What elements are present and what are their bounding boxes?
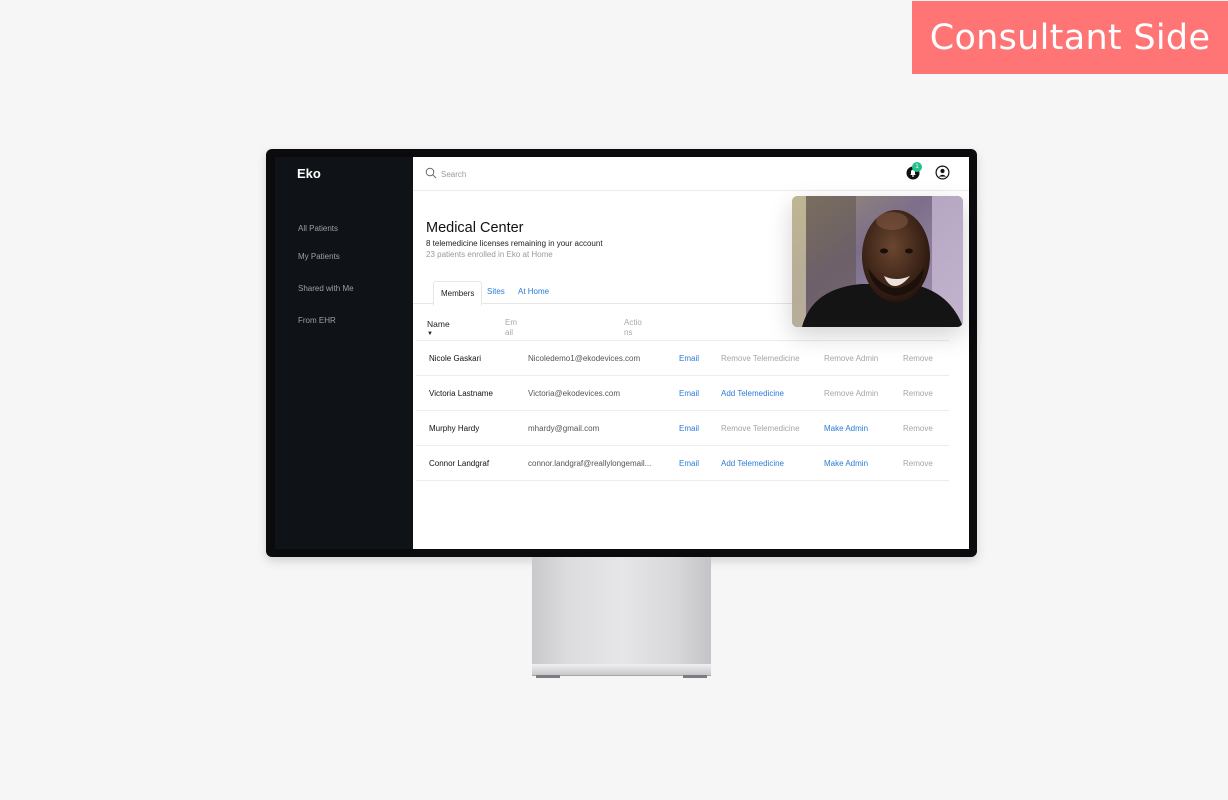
telemedicine-toggle-button[interactable]: Remove Telemedicine [721,354,800,363]
admin-toggle-button[interactable]: Remove Admin [824,354,878,363]
video-call-feed[interactable] [792,196,963,327]
email-button[interactable]: Email [679,424,699,433]
top-bar: 1 [413,157,969,191]
admin-toggle-button[interactable]: Make Admin [824,459,868,468]
telemedicine-toggle-button[interactable]: Remove Telemedicine [721,424,800,433]
sidebar-item-from-ehr[interactable]: From EHR [298,316,336,325]
stand-foot [536,675,560,678]
member-name: Connor Landgraf [429,459,490,468]
table-row: Connor Landgraf connor.landgraf@reallylon… [416,445,949,481]
tab-members[interactable]: Members [433,281,483,306]
sidebar-item-all-patients[interactable]: All Patients [298,224,338,233]
member-name: Victoria Lastname [429,389,493,398]
member-email: Victoria@ekodevices.com [528,389,621,398]
admin-toggle-button[interactable]: Make Admin [824,424,868,433]
members-table: Nicole Gaskari Nicoledemo1@ekodevices.com… [416,340,949,481]
sidebar-item-my-patients[interactable]: My Patients [298,252,340,261]
app-logo[interactable]: Eko [297,166,321,181]
monitor-stand [532,557,711,667]
sidebar: Eko All Patients My Patients Shared with… [275,157,413,549]
column-header-name[interactable]: Name [427,319,450,329]
email-button[interactable]: Email [679,354,699,363]
page-title: Medical Center [426,220,524,236]
consultant-side-banner: Consultant Side [912,1,1228,74]
remove-button[interactable]: Remove [903,459,933,468]
admin-toggle-button[interactable]: Remove Admin [824,389,878,398]
licenses-remaining-text: 8 telemedicine licenses remaining in you… [426,239,603,248]
tab-sites[interactable]: Sites [487,287,505,296]
stand-foot [683,675,707,678]
remove-button[interactable]: Remove [903,424,933,433]
video-participant-image [792,196,963,327]
search-input[interactable] [441,168,641,180]
table-row: Murphy Hardy mhardy@gmail.com Email Remove … [416,410,949,445]
telemedicine-toggle-button[interactable]: Add Telemedicine [721,459,784,468]
member-email: Nicoledemo1@ekodevices.com [528,354,641,363]
remove-button[interactable]: Remove [903,354,933,363]
sidebar-item-shared-with-me[interactable]: Shared with Me [298,284,354,293]
remove-button[interactable]: Remove [903,389,933,398]
column-header-email: Email [505,318,517,337]
column-header-actions: Actions [624,318,642,337]
member-email: mhardy@gmail.com [528,424,600,433]
email-button[interactable]: Email [679,389,699,398]
table-row: Nicole Gaskari Nicoledemo1@ekodevices.com… [416,340,949,375]
notification-badge: 1 [912,162,922,172]
email-button[interactable]: Email [679,459,699,468]
patients-enrolled-text: 23 patients enrolled in Eko at Home [426,250,553,259]
table-row: Victoria Lastname Victoria@ekodevices.com… [416,375,949,410]
member-name: Nicole Gaskari [429,354,482,363]
member-name: Murphy Hardy [429,424,480,433]
sort-caret-icon[interactable]: ▼ [427,331,433,337]
telemedicine-toggle-button[interactable]: Add Telemedicine [721,389,784,398]
member-email: connor.landgraf@reallylongemail... [528,459,652,468]
tab-at-home[interactable]: At Home [518,287,549,296]
